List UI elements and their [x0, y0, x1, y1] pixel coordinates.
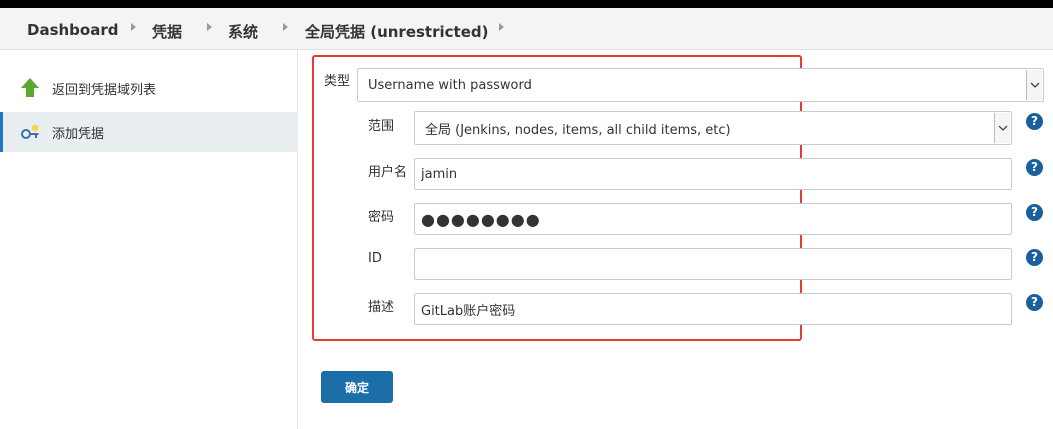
description-label: 描述: [368, 300, 395, 315]
sidebar-item-label: 添加凭据: [52, 126, 105, 142]
username-input[interactable]: [414, 158, 1012, 190]
help-icon[interactable]: ?: [1026, 159, 1043, 176]
password-input[interactable]: [414, 203, 1012, 235]
sidebar-item-add-credentials[interactable]: 添加凭据: [0, 112, 298, 152]
id-input[interactable]: [414, 248, 1012, 280]
help-icon[interactable]: ?: [1026, 204, 1043, 221]
breadcrumb: Dashboard 凭据 系统 全局凭据 (unrestricted): [0, 8, 1053, 50]
key-icon: [20, 123, 40, 141]
help-icon[interactable]: ?: [1026, 113, 1043, 130]
scope-select[interactable]: 全局 (Jenkins, nodes, items, all child ite…: [414, 111, 1012, 145]
chevron-down-icon[interactable]: [994, 113, 1010, 143]
breadcrumb-separator-icon[interactable]: [131, 23, 136, 31]
breadcrumb-separator-icon[interactable]: [207, 23, 212, 31]
sidebar: 返回到凭据域列表 添加凭据: [0, 50, 298, 429]
scope-select-value: 全局 (Jenkins, nodes, items, all child ite…: [425, 122, 731, 138]
breadcrumb-dashboard[interactable]: Dashboard: [27, 21, 118, 39]
username-label: 用户名: [368, 165, 408, 180]
kind-label: 类型: [324, 74, 351, 89]
kind-select[interactable]: Username with password: [357, 68, 1044, 102]
help-icon[interactable]: ?: [1026, 249, 1043, 266]
sidebar-item-back-to-domains[interactable]: 返回到凭据域列表: [0, 68, 298, 108]
id-label: ID: [368, 251, 382, 266]
breadcrumb-global-credentials[interactable]: 全局凭据 (unrestricted): [305, 21, 488, 42]
top-strip: [0, 0, 1053, 8]
submit-button[interactable]: 确定: [321, 371, 393, 403]
chevron-down-icon[interactable]: [1026, 70, 1042, 100]
scope-label: 范围: [368, 119, 395, 134]
kind-select-value: Username with password: [368, 77, 532, 93]
description-input[interactable]: [414, 293, 1012, 325]
breadcrumb-separator-icon[interactable]: [283, 23, 288, 31]
up-arrow-icon: [20, 78, 40, 98]
password-label: 密码: [368, 210, 395, 225]
breadcrumb-credentials[interactable]: 凭据: [152, 21, 182, 42]
breadcrumb-separator-icon[interactable]: [499, 23, 504, 31]
help-icon[interactable]: ?: [1026, 294, 1043, 311]
breadcrumb-system[interactable]: 系统: [228, 21, 258, 42]
sidebar-item-label: 返回到凭据域列表: [52, 82, 157, 98]
